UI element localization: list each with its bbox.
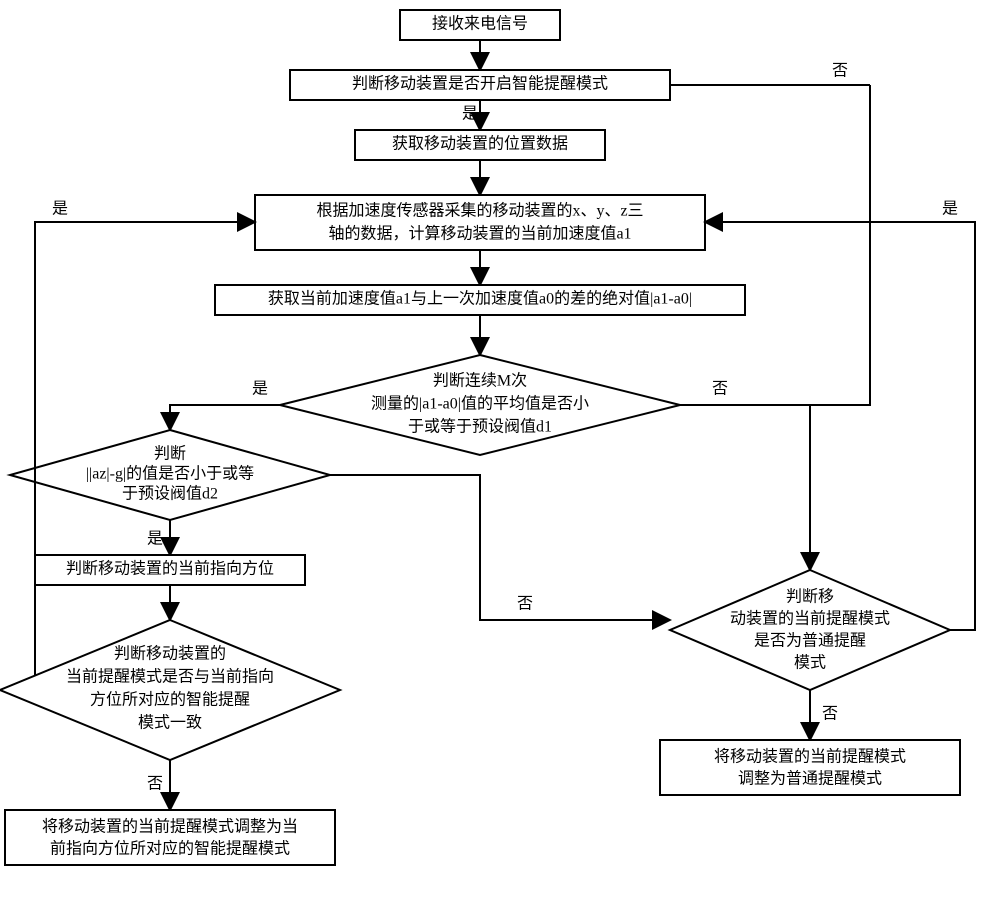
node-check-smart-mode-text: 判断移动装置是否开启智能提醒模式 bbox=[352, 75, 608, 93]
label-n6-yes: 是 bbox=[252, 381, 268, 398]
label-n6-no: 否 bbox=[712, 381, 728, 398]
node-decide-d1-t2: 测量的|a1-a0|值的平均值是否小 bbox=[371, 395, 589, 413]
node-set-normal-mode-t1: 将移动装置的当前提醒模式 bbox=[714, 748, 906, 766]
node-decide-match bbox=[0, 620, 340, 760]
label-n2-no: 否 bbox=[832, 63, 848, 80]
node-decide-match-t4: 模式一致 bbox=[138, 714, 202, 732]
edge-n6-no bbox=[680, 405, 810, 570]
label-n7-yes: 是 bbox=[147, 531, 163, 548]
edge-n6-yes bbox=[170, 405, 280, 430]
node-decide-match-t3: 方位所对应的智能提醒 bbox=[90, 690, 250, 709]
edge-n11-yes-loop bbox=[705, 222, 975, 630]
label-n2-yes: 是 bbox=[462, 106, 478, 123]
node-decide-normal-t4: 模式 bbox=[794, 654, 826, 672]
label-n9-no: 否 bbox=[147, 776, 163, 793]
edge-n2-no-merge bbox=[810, 85, 870, 405]
node-decide-normal-t3: 是否为普通提醒 bbox=[754, 632, 866, 650]
node-decide-d1-t3: 于或等于预设阀值d1 bbox=[408, 418, 552, 436]
node-decide-d2-t1: 判断 bbox=[154, 445, 186, 463]
node-decide-normal-t2: 动装置的当前提醒模式 bbox=[730, 610, 890, 628]
node-decide-match-t1: 判断移动装置的 bbox=[114, 645, 226, 663]
node-decide-d2-t2: ||az|-g|的值是否小于或等 bbox=[86, 465, 254, 483]
label-left-loop-yes: 是 bbox=[52, 201, 68, 218]
node-decide-match-t2: 当前提醒模式是否与当前指向 bbox=[66, 668, 274, 686]
node-direction-text: 判断移动装置的当前指向方位 bbox=[66, 560, 274, 578]
node-decide-d1-t1: 判断连续M次 bbox=[433, 372, 527, 390]
node-get-position-text: 获取移动装置的位置数据 bbox=[392, 135, 568, 153]
node-calc-a1-t1: 根据加速度传感器采集的移动装置的x、y、z三 bbox=[316, 202, 643, 220]
label-right-loop-yes: 是 bbox=[942, 201, 958, 218]
label-n11-no: 否 bbox=[822, 706, 838, 723]
label-n7-no: 否 bbox=[517, 596, 533, 613]
node-decide-normal-t1: 判断移 bbox=[786, 588, 834, 606]
node-decide-d2-t3: 于预设阀值d2 bbox=[122, 485, 218, 503]
node-calc-a1-t2: 轴的数据，计算移动装置的当前加速度值a1 bbox=[328, 224, 631, 243]
edge-n7-no bbox=[330, 475, 670, 620]
node-set-smart-mode-t2: 前指向方位所对应的智能提醒模式 bbox=[50, 839, 290, 858]
node-receive-signal-text: 接收来电信号 bbox=[432, 15, 528, 33]
node-abs-diff-text: 获取当前加速度值a1与上一次加速度值a0的差的绝对值|a1-a0| bbox=[268, 290, 692, 308]
node-set-smart-mode-t1: 将移动装置的当前提醒模式调整为当 bbox=[42, 818, 298, 836]
node-set-normal-mode-t2: 调整为普通提醒模式 bbox=[738, 770, 882, 788]
